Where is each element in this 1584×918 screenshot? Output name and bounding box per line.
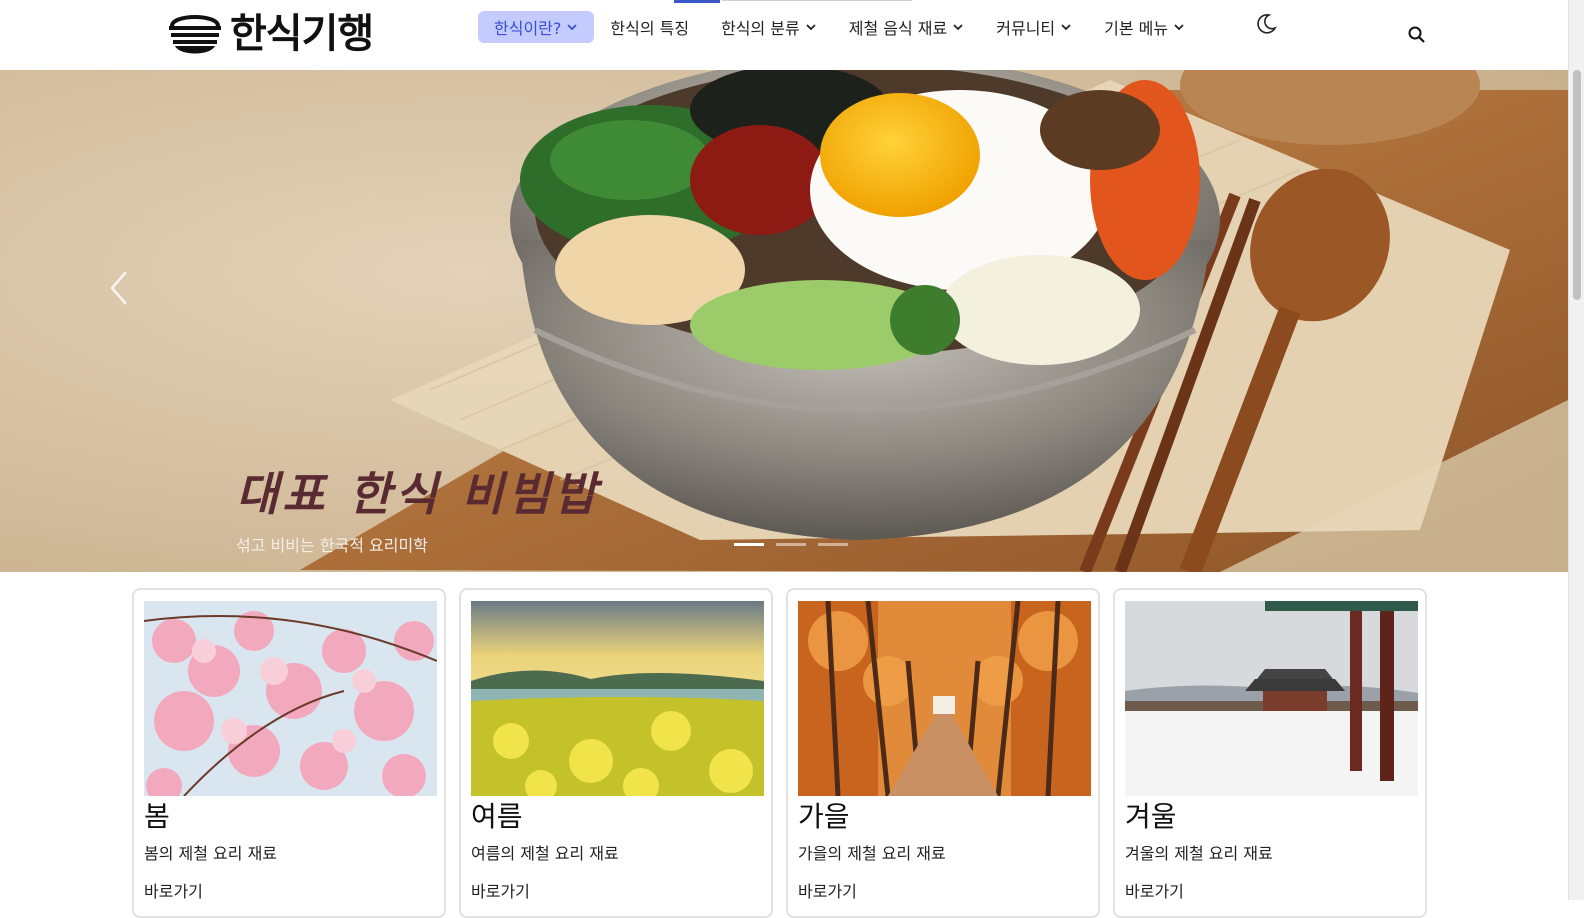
- chevron-down-icon: [1061, 24, 1071, 31]
- rice-bowl-icon: [169, 15, 221, 54]
- season-link[interactable]: 바로가기: [144, 878, 203, 902]
- chevron-down-icon: [806, 24, 816, 31]
- hero-subtitle: 섞고 비비는 한국적 요리미학: [236, 536, 428, 555]
- season-title: 봄: [144, 800, 170, 833]
- carousel-indicator-3[interactable]: [818, 543, 848, 546]
- nav-item-features[interactable]: 한식의 특징: [594, 11, 705, 43]
- chevron-left-icon[interactable]: [108, 270, 130, 306]
- nav-item-basic-menu[interactable]: 기본 메뉴: [1088, 11, 1201, 43]
- season-card-autumn: 가을 가을의 제철 요리 재료 바로가기: [786, 588, 1100, 918]
- hero-carousel: 대표 한식 비빔밥 섞고 비비는 한국적 요리미학: [0, 70, 1568, 572]
- season-desc: 겨울의 제철 요리 재료: [1125, 844, 1273, 863]
- nav-item-label: 한식의 특징: [610, 19, 690, 38]
- nav-item-label: 제철 음식 재료: [848, 19, 948, 38]
- scrollbar-thumb[interactable]: [1573, 70, 1581, 300]
- nav-item-label: 한식의 분류: [721, 19, 800, 38]
- nav-item-hansik-intro[interactable]: 한식이란?: [478, 11, 595, 43]
- spring-image: [144, 601, 437, 796]
- winter-image: [1125, 601, 1418, 796]
- nav-active-underline: [674, 0, 720, 3]
- season-title: 가을: [798, 800, 850, 833]
- season-link[interactable]: 바로가기: [1125, 878, 1184, 902]
- season-link[interactable]: 바로가기: [798, 878, 857, 902]
- season-title: 겨울: [1125, 800, 1177, 833]
- season-card-summer: 여름 여름의 제철 요리 재료 바로가기: [459, 588, 773, 918]
- chevron-down-icon: [1174, 24, 1184, 31]
- season-card-spring: 봄 봄의 제철 요리 재료 바로가기: [132, 588, 446, 918]
- moon-icon[interactable]: [1255, 13, 1277, 35]
- nav-item-label: 기본 메뉴: [1104, 19, 1169, 38]
- season-desc: 봄의 제철 요리 재료: [144, 844, 278, 863]
- autumn-image: [798, 601, 1091, 796]
- chevron-down-icon: [567, 24, 578, 31]
- nav-item-label: 한식이란?: [494, 19, 562, 38]
- carousel-indicators: [734, 543, 848, 546]
- page-scrollbar[interactable]: [1568, 0, 1584, 900]
- season-link[interactable]: 바로가기: [471, 878, 530, 902]
- nav-item-community[interactable]: 커뮤니티: [980, 11, 1088, 43]
- chevron-down-icon: [953, 24, 963, 31]
- search-icon[interactable]: [1407, 25, 1427, 45]
- summer-image: [471, 601, 764, 796]
- hero-title: 대표 한식 비빔밥: [236, 467, 601, 521]
- season-card-winter: 겨울 겨울의 제철 요리 재료 바로가기: [1113, 588, 1427, 918]
- site-logo[interactable]: 한식기행: [166, 8, 374, 60]
- carousel-indicator-2[interactable]: [776, 543, 806, 546]
- season-desc: 가을의 제철 요리 재료: [798, 844, 946, 863]
- site-header: 한식기행 한식이란? 한식의 특징 한식의 분류 제철 음식 재료 커뮤니티 기…: [0, 0, 1584, 71]
- main-nav: 한식이란? 한식의 특징 한식의 분류 제철 음식 재료 커뮤니티 기본 메뉴: [478, 11, 1201, 43]
- brand-name: 한식기행: [230, 11, 374, 57]
- nav-item-seasonal[interactable]: 제철 음식 재료: [833, 11, 981, 43]
- nav-item-categories[interactable]: 한식의 분류: [705, 11, 833, 43]
- season-desc: 여름의 제철 요리 재료: [471, 844, 619, 863]
- nav-item-label: 커뮤니티: [996, 19, 1056, 38]
- carousel-indicator-1[interactable]: [734, 543, 764, 546]
- nav-divider: [722, 0, 912, 1]
- season-title: 여름: [471, 800, 523, 833]
